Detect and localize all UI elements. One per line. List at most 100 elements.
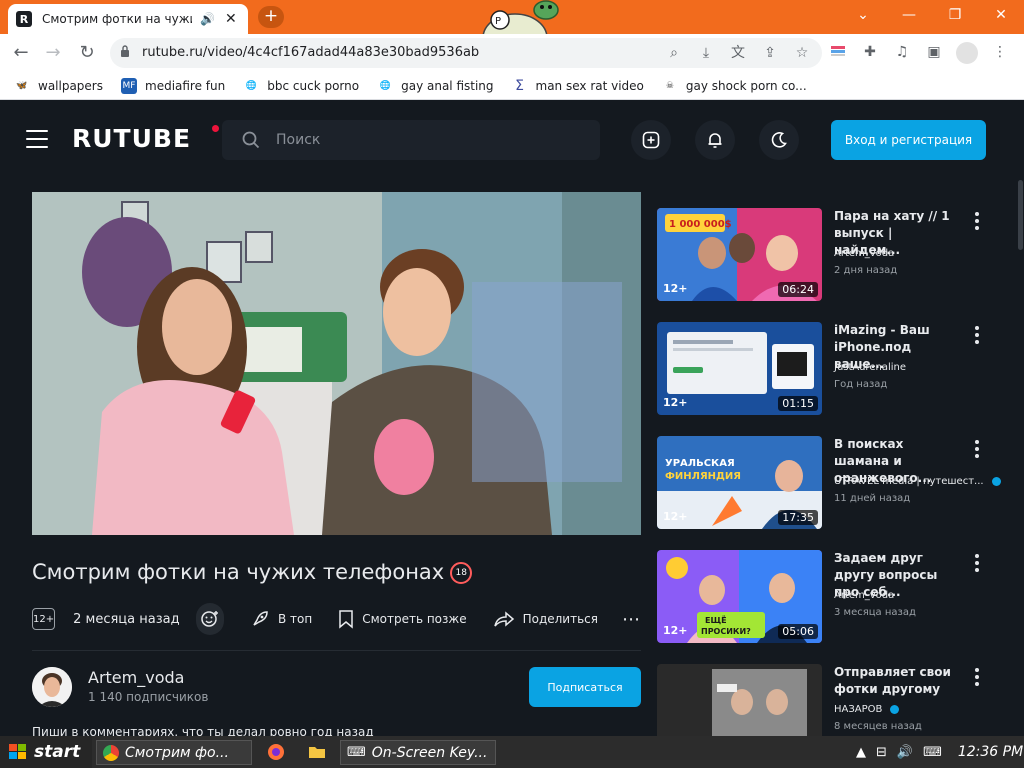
recommendation-item[interactable]: 1 000 000$ 12+ 06:24 Пара на хату // 1 в…: [657, 208, 997, 302]
reaction-button[interactable]: [195, 603, 224, 635]
verified-icon: [991, 476, 1001, 486]
profile-avatar-icon[interactable]: [956, 42, 978, 64]
subscribe-button[interactable]: Подписаться: [529, 667, 641, 707]
recommendation-title[interactable]: Отправляет свои фотки другому: [834, 664, 959, 698]
browser-tab-active[interactable]: R Смотрим фотки на чужих 🔊 ✕: [8, 4, 248, 34]
recommendation-item[interactable]: ЕЩЁ ПРОСИКИ? 12+ 05:06 Задаем друг другу…: [657, 550, 997, 644]
start-button[interactable]: start: [0, 736, 92, 768]
thumbnail-text: ПРОСИКИ?: [701, 627, 751, 636]
kebab-menu-icon[interactable]: [972, 212, 982, 232]
share-icon[interactable]: ⇪: [760, 43, 780, 63]
recommendation-age: 12+: [663, 396, 688, 409]
network-icon[interactable]: ⊟: [876, 745, 887, 760]
search-box[interactable]: [222, 120, 600, 160]
bookmark-item[interactable]: Σ man sex rat video: [512, 78, 644, 94]
bookmark-item[interactable]: 🦋 wallpapers: [14, 78, 103, 94]
more-options-icon[interactable]: ⋯: [622, 609, 641, 630]
kebab-menu-icon[interactable]: [972, 668, 982, 688]
channel-avatar[interactable]: [32, 667, 72, 707]
recommendation-thumbnail[interactable]: ЕЩЁ ПРОСИКИ? 12+ 05:06: [657, 550, 822, 643]
bookmark-star-icon[interactable]: ☆: [792, 43, 812, 63]
reload-icon[interactable]: ↻: [76, 42, 98, 64]
channel-name[interactable]: Artem_voda: [88, 668, 184, 687]
extensions-puzzle-icon[interactable]: ✚: [860, 42, 880, 62]
kebab-menu-icon[interactable]: [972, 554, 982, 574]
login-register-button[interactable]: Вход и регистрация: [831, 120, 986, 160]
tray-arrow-icon[interactable]: ▲: [856, 745, 866, 760]
recommendation-channel[interactable]: JustAdrenaline: [834, 362, 906, 373]
window-minimize-button[interactable]: —: [886, 0, 932, 30]
media-playlist-icon[interactable]: ♫: [892, 42, 912, 62]
bookmark-label: gay anal fisting: [401, 78, 494, 93]
address-bar[interactable]: rutube.ru/video/4c4cf167adad44a83e30bad9…: [110, 38, 822, 68]
clock[interactable]: 12:36 PM: [958, 744, 1023, 760]
top-label: В топ: [277, 612, 313, 626]
thumbnail-text: ФИНЛЯНДИЯ: [665, 471, 741, 482]
recommendation-channel[interactable]: Artem_voda: [834, 590, 894, 601]
system-tray: ▲ ⊟ 🔊 ⌨ 12:36 PM: [856, 736, 1023, 768]
video-player[interactable]: [32, 192, 641, 535]
recommendation-thumbnail[interactable]: 12+ 01:15: [657, 322, 822, 415]
browser-menu-icon[interactable]: ⋮: [990, 42, 1010, 62]
taskbar-item-keyboard[interactable]: ⌨ On-Screen Key...: [340, 740, 496, 765]
back-arrow-icon[interactable]: ←: [10, 42, 32, 64]
firefox-icon[interactable]: [266, 742, 286, 762]
search-input[interactable]: [276, 130, 576, 150]
globe-icon: 🌐: [245, 80, 257, 91]
watch-later-button[interactable]: Смотреть позже: [338, 609, 467, 629]
scrollbar-thumb[interactable]: [1018, 180, 1023, 250]
new-tab-button[interactable]: +: [258, 6, 284, 28]
url-text[interactable]: rutube.ru/video/4c4cf167adad44a83e30bad9…: [142, 45, 512, 60]
bookmark-label: gay shock porn co...: [685, 78, 807, 93]
share-button[interactable]: Поделиться: [493, 610, 598, 628]
forward-arrow-icon[interactable]: →: [42, 42, 64, 64]
recommendation-item[interactable]: УРАЛЬСКАЯ ФИНЛЯНДИЯ 12+ 17:35 В поисках …: [657, 436, 1001, 530]
install-app-icon[interactable]: ⤓: [696, 43, 716, 63]
ime-icon[interactable]: ⌨: [923, 745, 942, 760]
folder-icon[interactable]: [307, 742, 327, 762]
bookmark-item[interactable]: 🌐 gay anal fisting: [377, 78, 493, 94]
age-rating-badge: 12+: [32, 608, 56, 630]
bookmark-item[interactable]: ☠ gay shock porn co...: [662, 78, 807, 94]
theme-toggle-button[interactable]: [759, 120, 799, 160]
bookmark-label: bbc cuck porno: [267, 78, 360, 93]
bookmark-icon: [339, 610, 353, 629]
window-restore-button[interactable]: ❐: [932, 0, 978, 30]
site-header: RUTUBE Вход и регистрация: [0, 100, 1024, 178]
recommendation-thumbnail[interactable]: УРАЛЬСКАЯ ФИНЛЯНДИЯ 12+ 17:35: [657, 436, 822, 529]
thumbnail-text: ЕЩЁ: [705, 615, 727, 625]
page-scrollbar[interactable]: [1016, 178, 1024, 736]
recommendation-age: 12+: [663, 510, 688, 523]
recommendation-thumbnail[interactable]: [657, 664, 822, 736]
recommendation-channel[interactable]: UTRAVEL media | путешест...: [834, 476, 1001, 487]
recommendation-item[interactable]: 12+ 01:15 iMazing - Ваш iPhone.под ваше.…: [657, 322, 997, 416]
translate-icon[interactable]: 文: [728, 43, 748, 63]
volume-icon[interactable]: 🔊: [897, 745, 913, 760]
bookmark-item[interactable]: MF mediafire fun: [121, 77, 225, 94]
recommendation-duration: 06:24: [778, 282, 818, 297]
rutube-logo[interactable]: RUTUBE: [72, 124, 191, 153]
rutube-favicon-icon: R: [16, 11, 32, 27]
tab-close-button[interactable]: ✕: [225, 11, 237, 27]
upload-button[interactable]: [631, 120, 671, 160]
recommendation-thumbnail[interactable]: 1 000 000$ 12+ 06:24: [657, 208, 822, 301]
bookmark-item[interactable]: 🌐 bbc cuck porno: [243, 78, 359, 94]
recommendation-duration: 05:06: [778, 624, 818, 639]
recommendation-channel[interactable]: НАЗАРОВ: [834, 704, 900, 715]
notifications-button[interactable]: [695, 120, 735, 160]
recommendation-channel[interactable]: Artem_voda: [834, 248, 894, 259]
taskbar-item-chrome[interactable]: Смотрим фо...: [96, 740, 252, 765]
kebab-menu-icon[interactable]: [972, 440, 982, 460]
side-panel-icon[interactable]: ▣: [924, 42, 944, 62]
window-close-button[interactable]: ✕: [978, 0, 1024, 30]
search-icon[interactable]: [242, 131, 260, 149]
extension-colorful-icon[interactable]: [828, 42, 848, 62]
hamburger-menu-icon[interactable]: [26, 130, 48, 148]
speaker-icon[interactable]: 🔊: [200, 12, 215, 26]
window-dropdown-button[interactable]: ⌄: [840, 0, 886, 30]
zoom-search-icon[interactable]: ⌕: [664, 43, 684, 63]
share-label: Поделиться: [522, 612, 598, 626]
kebab-menu-icon[interactable]: [972, 326, 982, 346]
recommendation-item[interactable]: Отправляет свои фотки другому НАЗАРОВ 8 …: [657, 664, 997, 736]
top-button[interactable]: В топ: [250, 609, 312, 629]
